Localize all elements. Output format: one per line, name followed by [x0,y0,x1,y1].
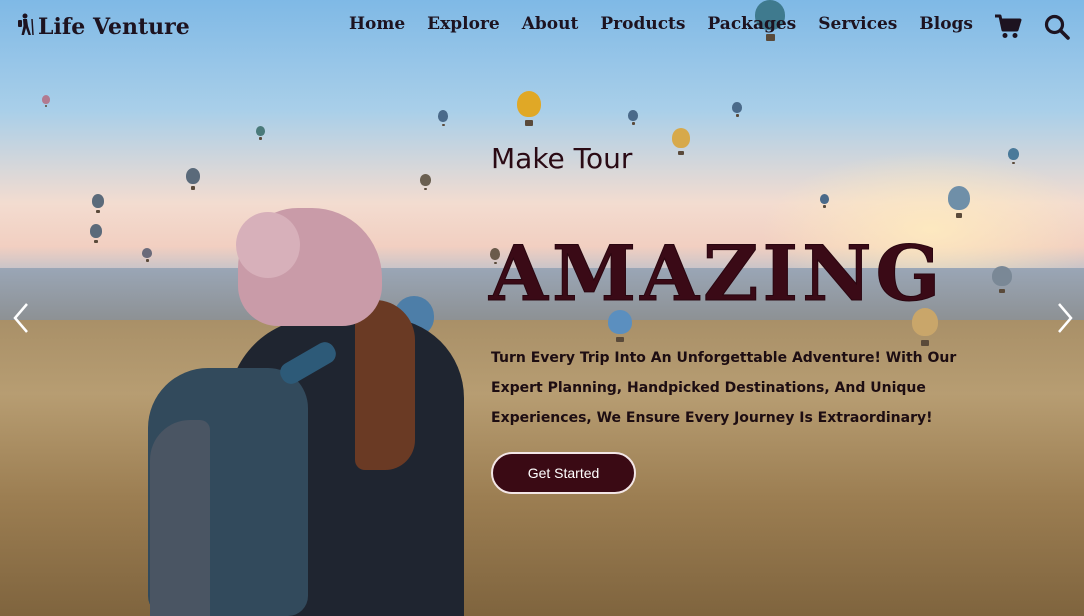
hot-air-balloon [186,168,200,190]
hot-air-balloon [92,194,104,213]
hot-air-balloon [672,128,690,156]
get-started-button[interactable]: Get Started [491,452,636,494]
hot-air-balloon [948,186,970,219]
nav-blogs[interactable]: Blogs [919,14,973,34]
cart-icon[interactable] [993,12,1023,42]
hot-air-balloon [256,126,265,140]
chevron-left-icon[interactable] [6,300,36,336]
hero-headline: AMAZING [488,229,945,318]
nav-services[interactable]: Services [818,14,897,34]
brand-logo[interactable]: Life Venture [16,12,190,42]
top-navbar: Life Venture Home Explore About Products… [0,0,1084,54]
nav-products[interactable]: Products [600,14,685,34]
chevron-right-icon[interactable] [1050,300,1080,336]
hero-description: Turn Every Trip Into An Unforgettable Ad… [491,350,957,426]
hot-air-balloon [820,194,829,208]
hat-pompom [236,212,300,278]
hot-air-balloon [90,224,102,243]
hot-air-balloon [732,102,742,117]
hot-air-balloon [517,91,541,127]
person-hair [355,300,415,470]
hot-air-balloon [438,110,448,127]
backpack-side [150,420,210,616]
hot-air-balloon [1008,148,1019,165]
hot-air-balloon [628,110,638,125]
hot-air-balloon [142,248,152,262]
nav-home[interactable]: Home [349,14,405,34]
nav-explore[interactable]: Explore [427,14,500,34]
hot-air-balloon [992,266,1012,294]
hero-subtitle: Make Tour [491,142,633,175]
search-icon[interactable] [1042,12,1072,42]
hot-air-balloon [42,95,50,108]
hot-air-balloon [420,174,431,191]
nav-about[interactable]: About [522,14,579,34]
brand-name: Life Venture [38,14,190,40]
hiker-icon [16,13,36,41]
nav-packages[interactable]: Packages [707,14,796,34]
main-menu: Home Explore About Products Packages Ser… [349,14,973,34]
